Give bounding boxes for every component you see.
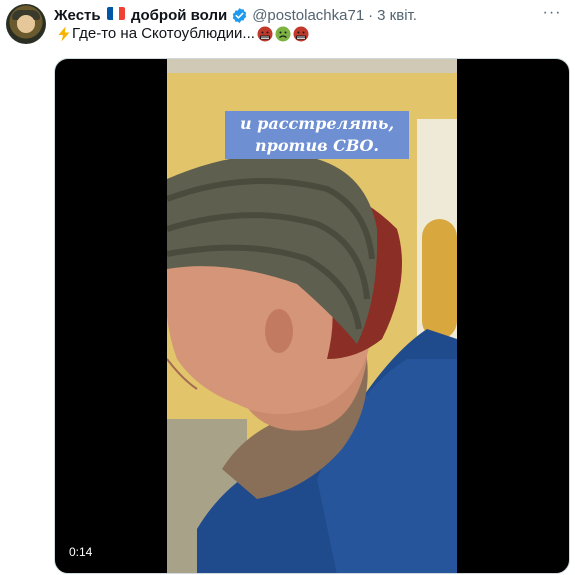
verified-badge-icon	[231, 7, 248, 24]
lightning-icon	[56, 26, 72, 42]
more-options-button[interactable]: ···	[541, 4, 563, 22]
tweet-body: Где-то на Скотоублюдии...	[72, 25, 255, 42]
tweet-header: Жесть доброй воли @postolachka71 · 3 кві…	[54, 5, 535, 25]
video-frame[interactable]: и расстрелять, против СВО.	[167, 59, 457, 573]
france-flag-icon	[106, 6, 125, 20]
avatar-face	[17, 15, 35, 33]
avatar[interactable]	[6, 4, 46, 44]
tweet-card[interactable]: Жесть доброй воли @postolachka71 · 3 кві…	[0, 0, 575, 575]
angry-face-icon	[257, 26, 273, 42]
tweet-text: Где-то на Скотоублюдии...	[54, 25, 563, 42]
video-duration: 0:14	[69, 545, 93, 559]
more-icon: ···	[542, 4, 562, 21]
video-player[interactable]: и расстрелять, против СВО. 0:14	[54, 58, 570, 574]
tweet-date[interactable]: 3 квіт.	[377, 7, 417, 24]
user-handle[interactable]: @postolachka71	[252, 7, 364, 24]
caption-line-2: против СВО.	[255, 136, 379, 155]
display-name-part2: доброй воли	[130, 6, 228, 24]
separator-dot: ·	[368, 6, 374, 24]
nauseated-face-icon	[275, 26, 291, 42]
caption-line-1: и расстрелять,	[239, 114, 395, 133]
display-name-part1: Жесть	[54, 6, 101, 24]
angry-face-icon	[293, 26, 309, 42]
display-name[interactable]: Жесть доброй воли	[54, 6, 228, 24]
video-caption: и расстрелять, против СВО.	[225, 111, 409, 159]
